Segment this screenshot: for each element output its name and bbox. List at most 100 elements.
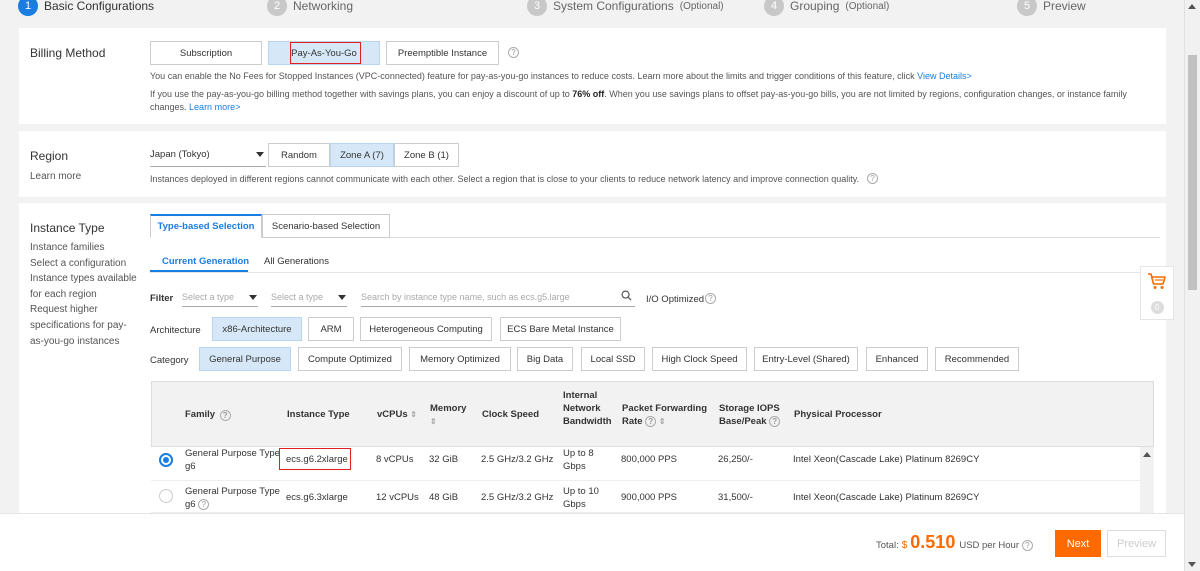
step-label: Preview: [1043, 0, 1086, 13]
cat-entry-level-button[interactable]: Entry-Level (Shared): [754, 347, 858, 371]
step-2[interactable]: 2 Networking: [267, 0, 353, 16]
col-vcpus-label: vCPUs: [377, 409, 408, 420]
cat-compute-optimized-button[interactable]: Compute Optimized: [298, 347, 402, 371]
help-icon[interactable]: ?: [219, 410, 231, 421]
next-button[interactable]: Next: [1055, 530, 1101, 557]
filter-label: Filter: [150, 293, 174, 304]
cat-high-clock-speed-button[interactable]: High Clock Speed: [652, 347, 747, 371]
table-row[interactable]: General Purpose Type g6 ecs.g6.2xlarge 8…: [151, 447, 1140, 481]
cat-local-ssd-button[interactable]: Local SSD: [581, 347, 645, 371]
region-select[interactable]: Japan (Tokyo): [150, 143, 266, 167]
step-4[interactable]: 4 Grouping (Optional): [764, 0, 889, 16]
col-pps-label: Rate: [622, 416, 643, 427]
tab-type-based[interactable]: Type-based Selection: [150, 214, 262, 238]
scroll-up-icon[interactable]: [1188, 4, 1196, 9]
cat-general-purpose-button[interactable]: General Purpose: [199, 347, 291, 371]
help-icon[interactable]: ?: [867, 173, 878, 184]
help-icon[interactable]: ?: [508, 47, 519, 58]
col-memory-label: Memory: [430, 403, 467, 414]
cell-clock: 2.5 GHz/3.2 GHz: [481, 454, 554, 465]
cart-icon[interactable]: [1147, 272, 1167, 290]
subscription-button[interactable]: Subscription: [150, 41, 262, 65]
col-pps: Packet Forwarding Rate ? ⇕: [622, 402, 707, 428]
step-number: 3: [527, 0, 547, 16]
billing-panel: Billing Method Subscription Pay-As-You-G…: [19, 28, 1166, 124]
search-input[interactable]: Search by instance type name, such as ec…: [361, 287, 635, 307]
billing-note-2: If you use the pay-as-you-go billing met…: [150, 89, 1127, 99]
page-scrollbar[interactable]: [1184, 0, 1200, 571]
help-link[interactable]: specifications for pay-: [30, 318, 137, 334]
footer-bar: Total: $ 0.510 USD per Hour ? Next Previ…: [0, 513, 1184, 571]
zone-b-button[interactable]: Zone B (1): [394, 143, 459, 167]
view-details-link[interactable]: View Details>: [917, 71, 972, 81]
row-radio[interactable]: [159, 453, 173, 467]
cell-family: General Purpose Type g6 ?: [185, 485, 280, 511]
help-icon[interactable]: ?: [645, 416, 657, 427]
sort-icon[interactable]: ⇕: [430, 415, 466, 428]
note-text: changes.: [150, 102, 187, 112]
filter-select-1[interactable]: Select a type: [182, 287, 258, 307]
subtab-current-generation[interactable]: Current Generation: [162, 256, 249, 267]
cell-memory: 48 GiB: [429, 492, 459, 503]
arch-x86-button[interactable]: x86-Architecture: [212, 317, 302, 341]
zone-random-button[interactable]: Random: [268, 143, 330, 167]
region-learn-more[interactable]: Learn more: [30, 169, 81, 185]
help-icon[interactable]: ?: [769, 416, 781, 427]
step-1[interactable]: 1 Basic Configurations: [18, 0, 154, 16]
step-5[interactable]: 5 Preview: [1017, 0, 1086, 16]
chevron-down-icon: [249, 295, 257, 300]
family-line: General Purpose Type: [185, 448, 280, 459]
tab-scenario-based[interactable]: Scenario-based Selection: [262, 214, 390, 238]
help-link[interactable]: Instance types available: [30, 271, 137, 287]
row-radio[interactable]: [159, 489, 173, 503]
arch-arm-button[interactable]: ARM: [308, 317, 354, 341]
cat-recommended-button[interactable]: Recommended: [935, 347, 1019, 371]
col-pps-line: Packet Forwarding: [622, 403, 707, 414]
bandwidth-line: Up to 8: [563, 448, 594, 459]
help-icon[interactable]: ?: [705, 293, 716, 304]
sort-icon[interactable]: ⇕: [659, 417, 666, 426]
help-link[interactable]: Select a configuration: [30, 256, 137, 272]
price-unit: USD per Hour: [959, 540, 1019, 551]
preemptible-button[interactable]: Preemptible Instance: [386, 41, 499, 65]
cell-bandwidth: Up to 8 Gbps: [563, 447, 594, 473]
scroll-down-icon[interactable]: [1188, 562, 1196, 567]
step-3[interactable]: 3 System Configurations (Optional): [527, 0, 724, 16]
preview-button[interactable]: Preview: [1107, 530, 1166, 557]
arch-bare-metal-button[interactable]: ECS Bare Metal Instance: [500, 317, 621, 341]
search-icon[interactable]: [621, 290, 632, 301]
scroll-thumb[interactable]: [1188, 55, 1197, 290]
cart-widget[interactable]: 0: [1140, 266, 1174, 320]
arch-heterogeneous-button[interactable]: Heterogeneous Computing: [360, 317, 492, 341]
region-panel: Region Learn more Japan (Tokyo) Random Z…: [19, 131, 1166, 197]
help-icon[interactable]: ?: [198, 499, 210, 510]
help-link[interactable]: as-you-go instances: [30, 334, 137, 350]
help-link[interactable]: for each region: [30, 287, 137, 303]
learn-more-link[interactable]: Learn more>: [189, 102, 240, 112]
col-memory[interactable]: Memory ⇕: [430, 402, 466, 428]
help-link[interactable]: Instance families: [30, 240, 137, 256]
col-bandwidth-line: Network: [563, 403, 601, 414]
cat-big-data-button[interactable]: Big Data: [517, 347, 573, 371]
col-clock-speed: Clock Speed: [482, 409, 540, 420]
help-link[interactable]: Request higher: [30, 302, 137, 318]
sort-icon[interactable]: ⇕: [410, 410, 417, 419]
instance-type-help: Instance families Select a configuration…: [30, 240, 137, 349]
cat-enhanced-button[interactable]: Enhanced: [866, 347, 928, 371]
subtab-all-generations[interactable]: All Generations: [264, 256, 329, 267]
col-family[interactable]: Family ?: [185, 408, 231, 421]
col-vcpus[interactable]: vCPUs ⇕: [377, 408, 417, 421]
step-optional: (Optional): [679, 0, 724, 12]
cat-memory-optimized-button[interactable]: Memory Optimized: [409, 347, 511, 371]
scroll-up-icon[interactable]: [1143, 452, 1151, 457]
help-icon[interactable]: ?: [1022, 540, 1033, 551]
note-text: . When you use savings plans to offset p…: [604, 89, 1127, 99]
zone-a-button[interactable]: Zone A (7): [330, 143, 394, 167]
table-scrollbar[interactable]: [1140, 447, 1154, 513]
total-label: Total:: [876, 540, 899, 551]
step-number: 5: [1017, 0, 1037, 16]
currency: $: [901, 540, 908, 551]
filter-select-2[interactable]: Select a type: [271, 287, 347, 307]
cell-family: General Purpose Type g6: [185, 447, 280, 473]
table-row[interactable]: General Purpose Type g6 ? ecs.g6.3xlarge…: [151, 481, 1140, 513]
